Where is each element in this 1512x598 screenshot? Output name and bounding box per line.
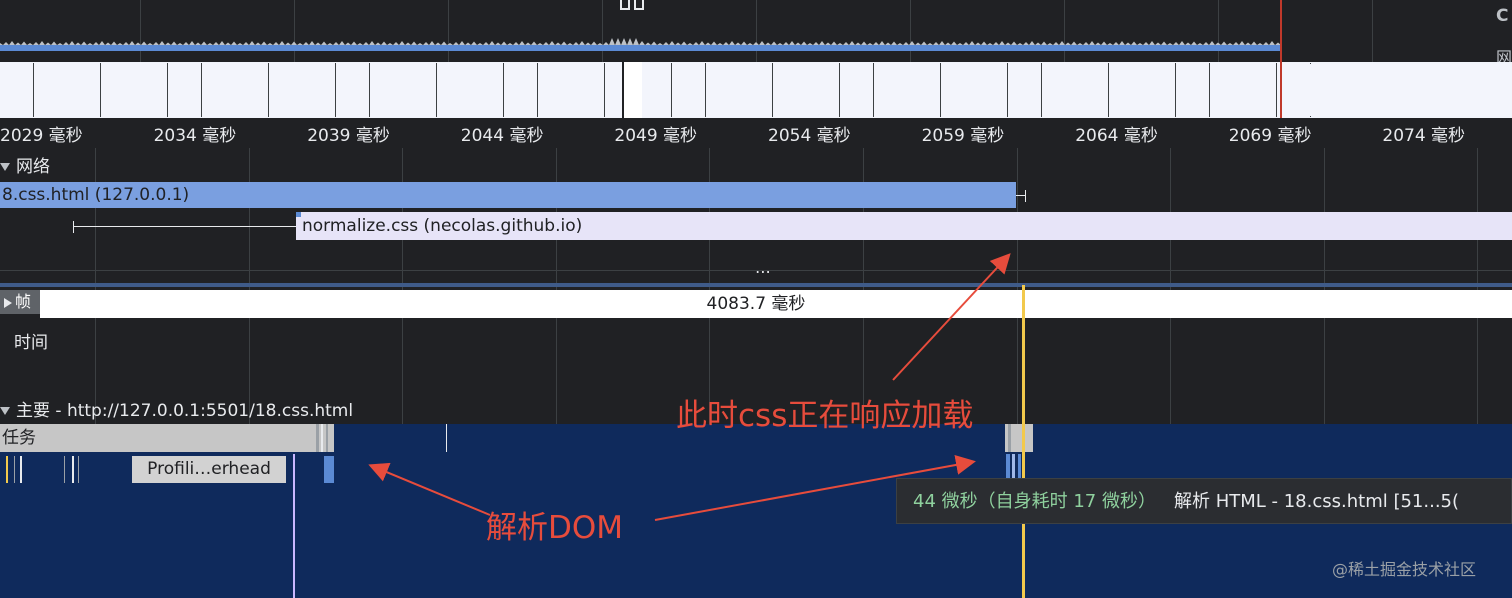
annotation-arrows: [368, 253, 1011, 521]
arrow-to-parse-right: [654, 455, 976, 521]
arrow-to-css-request: [892, 253, 1011, 381]
watermark: @稀土掘金技术社区: [1332, 560, 1477, 579]
annotation-css-loading: 此时css正在响应加载: [676, 398, 974, 434]
annotation-parse-dom: 解析DOM: [486, 510, 624, 546]
arrow-to-parse-left: [368, 462, 491, 516]
